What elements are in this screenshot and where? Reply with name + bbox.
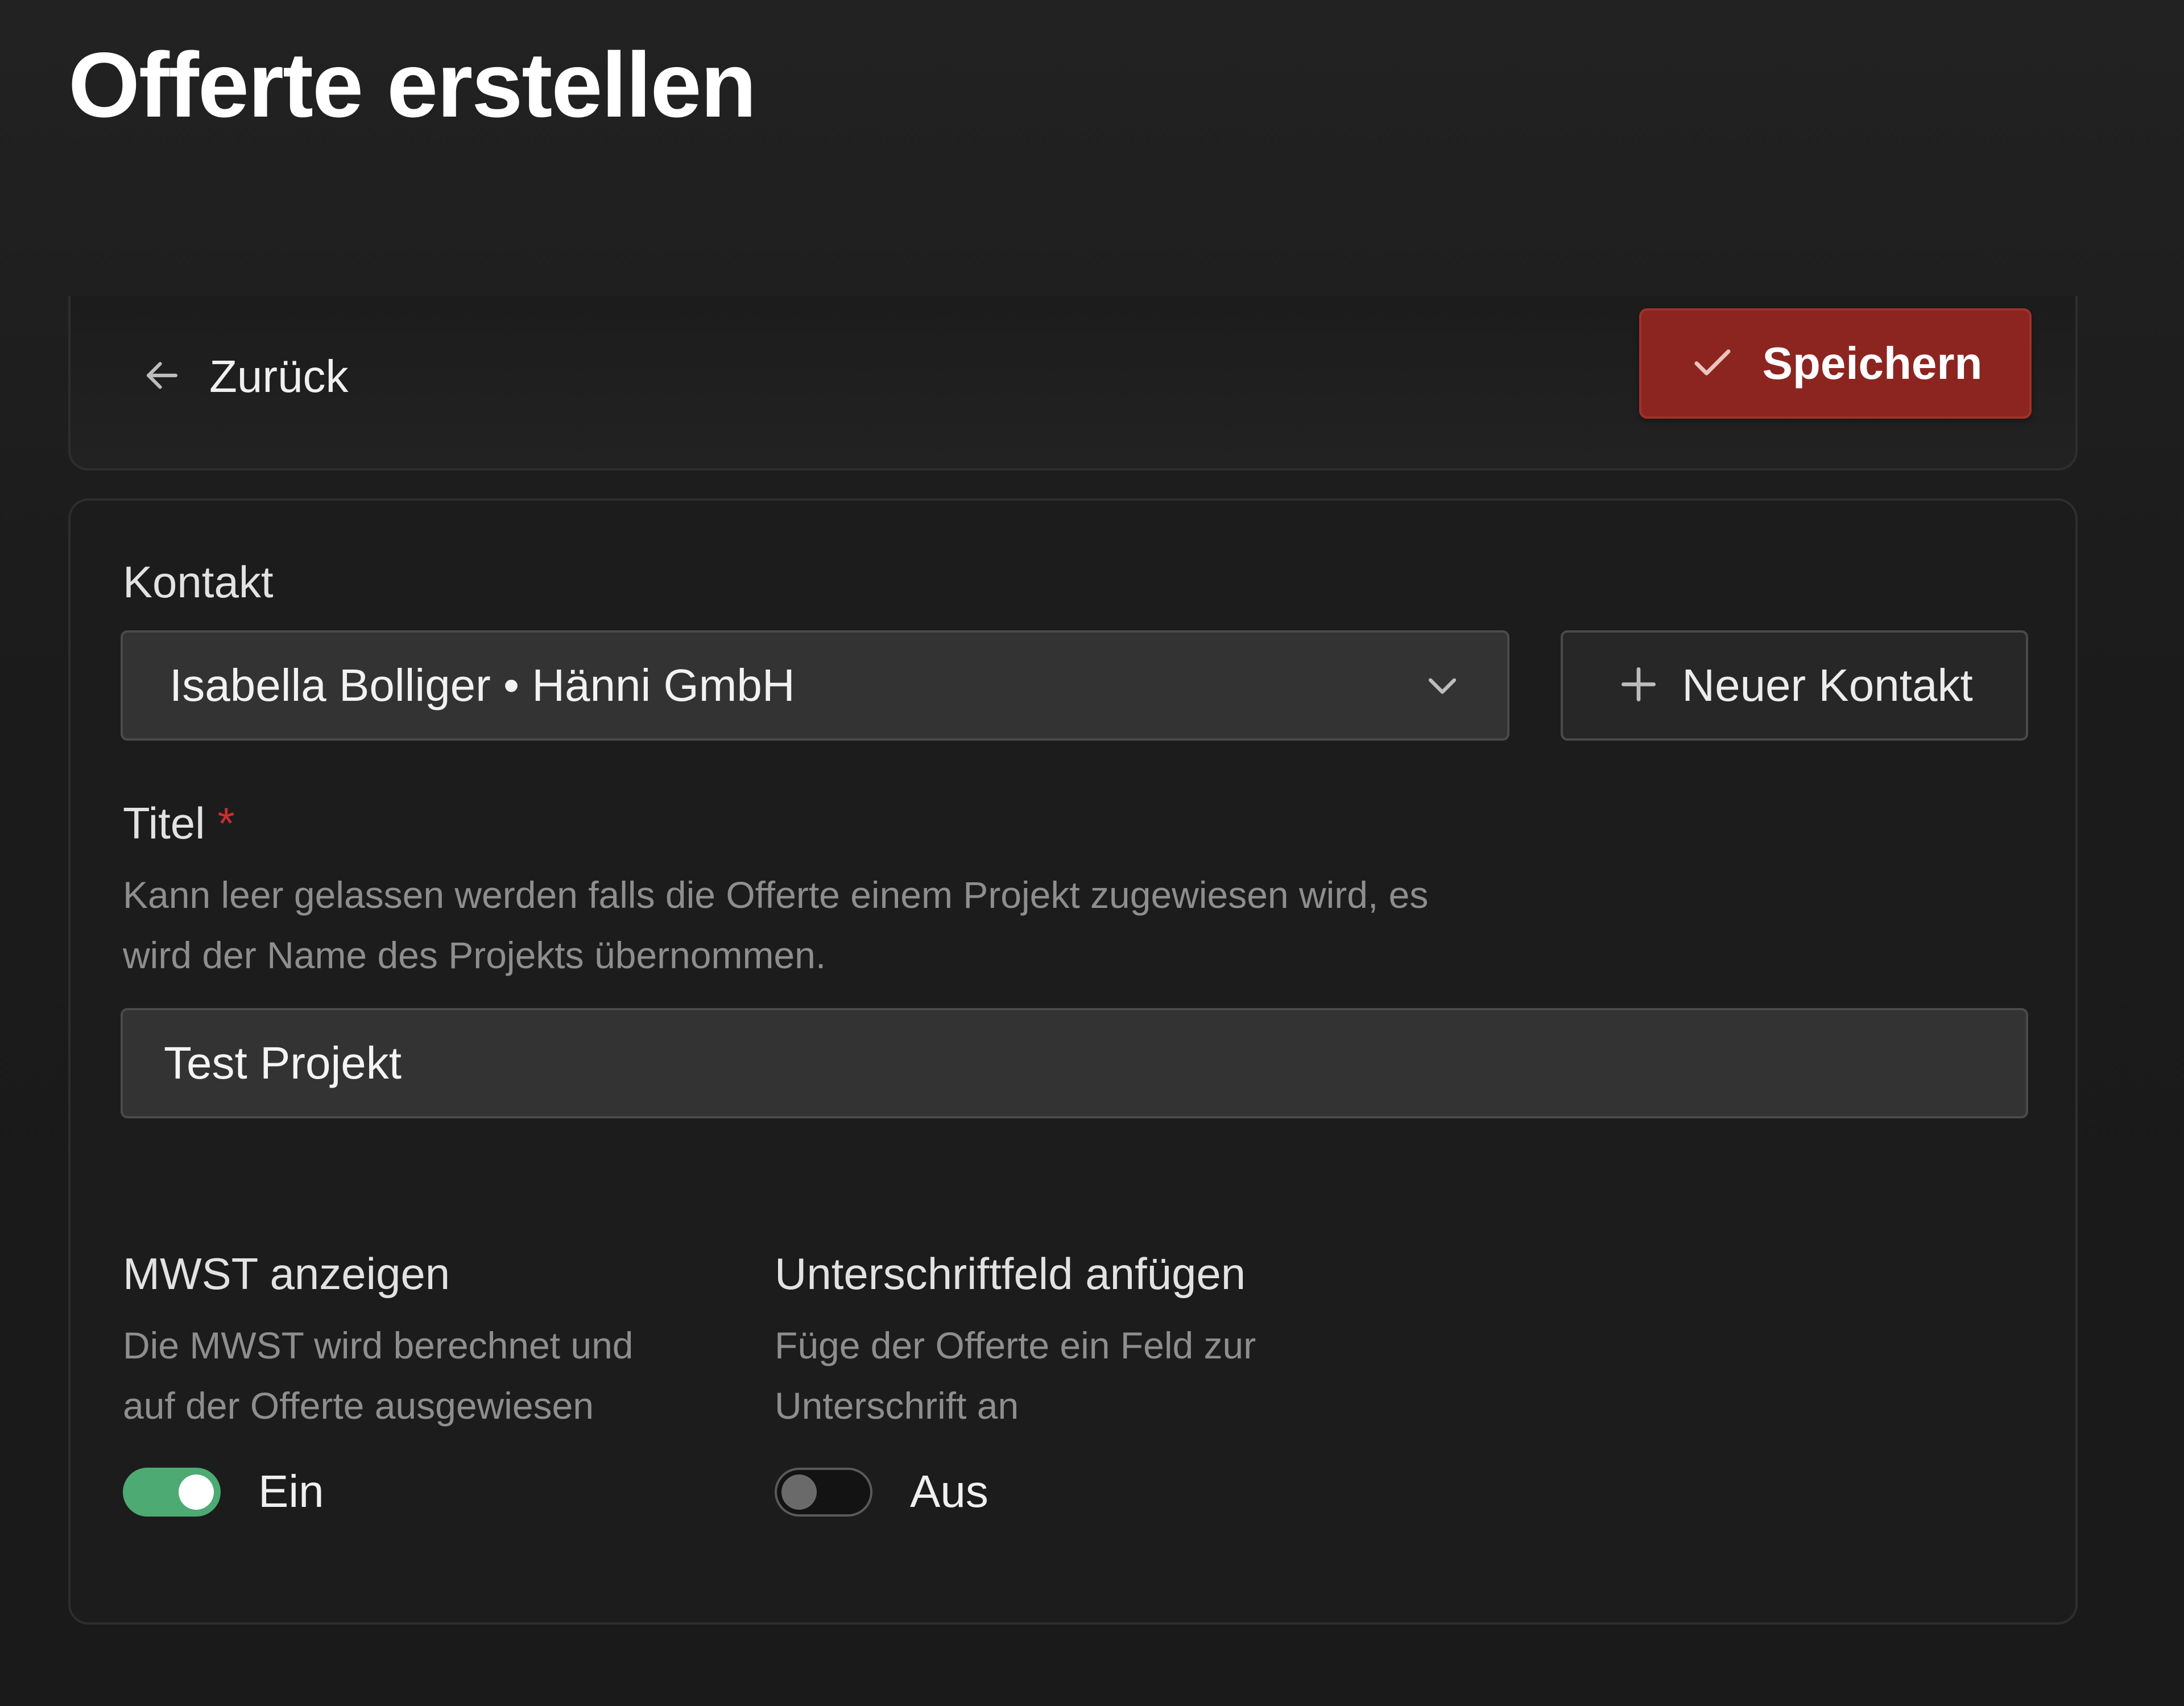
signature-help-line: Unterschrift an bbox=[775, 1385, 1019, 1427]
back-button[interactable]: Zurück bbox=[139, 336, 349, 418]
title-help-text: Kann leer gelassen werden falls die Offe… bbox=[123, 865, 1943, 985]
offer-create-page: Offerte erstellen Zurück Speichern Konta… bbox=[0, 0, 2184, 1706]
new-contact-label: Neuer Kontakt bbox=[1682, 660, 1973, 711]
plus-icon bbox=[1616, 662, 1661, 710]
signature-label: Unterschriftfeld anfügen bbox=[775, 1249, 1246, 1299]
save-button[interactable]: Speichern bbox=[1639, 308, 2032, 419]
title-input[interactable] bbox=[121, 1008, 2028, 1118]
vat-help-line: auf der Offerte ausgewiesen bbox=[123, 1385, 594, 1427]
title-label-text: Titel bbox=[123, 798, 205, 848]
title-help-line: wird der Name des Projekts übernommen. bbox=[123, 934, 826, 976]
vat-label: MWST anzeigen bbox=[123, 1249, 450, 1299]
back-label: Zurück bbox=[209, 351, 349, 402]
signature-help-line: Füge der Offerte ein Feld zur bbox=[775, 1324, 1256, 1366]
offer-form: Kontakt Isabella Bolliger • Hänni GmbH N… bbox=[68, 498, 2078, 1625]
toggle-knob bbox=[781, 1474, 817, 1510]
signature-help-text: Füge der Offerte ein Feld zur Unterschri… bbox=[775, 1315, 1400, 1436]
arrow-left-icon bbox=[139, 352, 185, 402]
contact-label: Kontakt bbox=[123, 557, 274, 607]
title-help-line: Kann leer gelassen werden falls die Offe… bbox=[123, 874, 1429, 916]
new-contact-button[interactable]: Neuer Kontakt bbox=[1561, 630, 2028, 741]
title-label: Titel * bbox=[123, 798, 235, 849]
signature-toggle-state: Aus bbox=[910, 1466, 988, 1517]
action-toolbar: Zurück Speichern bbox=[68, 296, 2078, 470]
contact-selected-value: Isabella Bolliger • Hänni GmbH bbox=[169, 660, 795, 711]
vat-help-line: Die MWST wird berechnet und bbox=[123, 1324, 634, 1366]
save-label: Speichern bbox=[1762, 338, 1983, 389]
signature-toggle[interactable] bbox=[775, 1468, 872, 1517]
page-title: Offerte erstellen bbox=[68, 34, 756, 137]
contact-select[interactable]: Isabella Bolliger • Hänni GmbH bbox=[121, 630, 1509, 741]
vat-toggle[interactable] bbox=[123, 1468, 221, 1517]
vat-help-text: Die MWST wird berechnet und auf der Offe… bbox=[123, 1315, 748, 1436]
check-icon bbox=[1689, 338, 1736, 389]
required-marker: * bbox=[217, 798, 235, 848]
toggle-knob bbox=[179, 1474, 214, 1510]
vat-toggle-state: Ein bbox=[258, 1466, 324, 1517]
